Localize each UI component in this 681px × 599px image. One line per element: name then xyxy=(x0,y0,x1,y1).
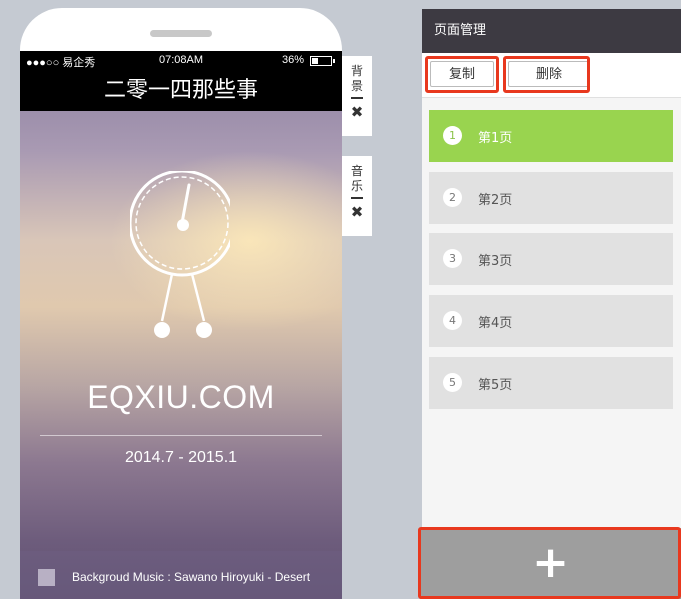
music-tab[interactable]: 音乐 ✖ xyxy=(342,156,372,236)
music-tab-label: 音乐 xyxy=(342,156,372,194)
dash-icon xyxy=(351,197,363,199)
copy-highlight xyxy=(425,56,499,93)
battery-percent: 36% xyxy=(281,54,304,66)
panel-toolbar: 复制 删除 xyxy=(422,53,681,98)
page-item-5[interactable]: 5 第5页 xyxy=(429,357,673,409)
dash-icon xyxy=(351,97,363,99)
page-number: 5 xyxy=(443,373,462,392)
page-management-panel: 页面管理 复制 删除 1 第1页 2 第2页 3 第3页 4 第4页 5 第5页 xyxy=(422,9,681,599)
background-tab-char: 背景 xyxy=(350,64,363,93)
page-number: 4 xyxy=(443,311,462,330)
delete-highlight xyxy=(503,56,590,93)
page-item-3[interactable]: 3 第3页 xyxy=(429,233,673,285)
page-label: 第1页 xyxy=(478,131,513,146)
page-number: 2 xyxy=(443,188,462,207)
close-background-icon[interactable]: ✖ xyxy=(342,103,372,121)
page-item-1[interactable]: 1 第1页 xyxy=(429,110,673,162)
brand-text: EQXIU.COM xyxy=(87,379,275,415)
phone-speaker xyxy=(150,30,212,37)
page-label: 第2页 xyxy=(478,193,513,208)
panel-header: 页面管理 xyxy=(422,9,681,53)
music-title: Backgroud Music : Sawano Hiroyuki - Dese… xyxy=(72,570,311,584)
date-range: 2014.7 - 2015.1 xyxy=(124,449,238,466)
page-title: 二零一四那些事 xyxy=(20,71,342,111)
status-bar: ●●●○○ 易企秀 07:08AM 36% xyxy=(20,51,342,71)
music-toggle-button[interactable] xyxy=(38,569,55,586)
battery-icon xyxy=(310,56,335,66)
phone-preview: ●●●○○ 易企秀 07:08AM 36% 二零一四那些事 EQXIU.COM … xyxy=(20,8,342,599)
page-item-2[interactable]: 2 第2页 xyxy=(429,172,673,224)
background-tab-label: 背景 xyxy=(342,56,372,94)
add-highlight xyxy=(418,527,681,599)
clock-icon xyxy=(130,171,230,338)
page-item-4[interactable]: 4 第4页 xyxy=(429,295,673,347)
page-label: 第3页 xyxy=(478,254,513,269)
page-number: 3 xyxy=(443,249,462,268)
music-bar: Backgroud Music : Sawano Hiroyuki - Dese… xyxy=(20,551,342,599)
page-number: 1 xyxy=(443,126,462,145)
close-music-icon[interactable]: ✖ xyxy=(342,203,372,221)
phone-screen: ●●●○○ 易企秀 07:08AM 36% 二零一四那些事 EQXIU.COM … xyxy=(20,51,342,599)
divider xyxy=(40,435,322,436)
background-tab[interactable]: 背景 ✖ xyxy=(342,56,372,136)
page-label: 第5页 xyxy=(478,378,513,393)
music-tab-char: 音乐 xyxy=(350,164,363,193)
page-label: 第4页 xyxy=(478,316,513,331)
